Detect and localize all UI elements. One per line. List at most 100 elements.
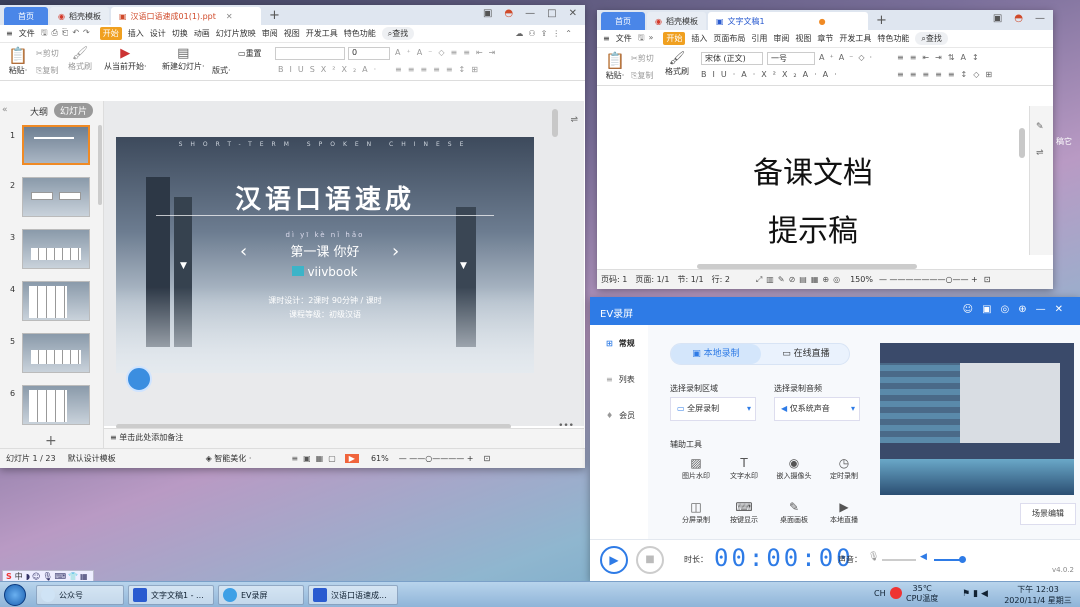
menu-page-layout[interactable]: 页面布局 [713, 33, 745, 44]
new-slide-button[interactable]: ▤ 新建幻灯片· [162, 46, 205, 72]
audio-select[interactable]: ◀ 仅系统声音 ▾ [774, 397, 860, 421]
vertical-scrollbar[interactable] [1019, 128, 1025, 158]
nav-general[interactable]: ⊞ 常规 [590, 325, 648, 361]
paragraph-icons-bottom[interactable]: ≡≡≡≡≡↕◇⊞ [897, 70, 998, 79]
paste-button[interactable]: 📋 粘贴· [605, 51, 625, 81]
taskbar-item-wechat[interactable]: 公众号 [36, 585, 124, 605]
speaker-volume-slider[interactable] [934, 559, 962, 561]
zoom-slider[interactable]: — ———————○—— + [879, 275, 978, 284]
tool-key-display[interactable]: ⌨ 按键显示 [724, 499, 764, 525]
format-painter-button[interactable]: 🖌 格式刷 [68, 46, 92, 72]
menu-review[interactable]: 审阅 [262, 28, 278, 39]
template-name[interactable]: 默认设计模板 [68, 453, 116, 464]
format-painter-button[interactable]: 🖌 格式刷 [665, 51, 689, 77]
tray-ime-icon[interactable]: CH [874, 589, 886, 598]
tray-sogou-icon[interactable] [890, 587, 902, 599]
beautify-button[interactable]: ◈ 智能美化 · [206, 453, 252, 464]
menu-view[interactable]: 视图 [795, 33, 811, 44]
paragraph-icons-top[interactable]: A⁺A⁻◇≡≡⇤⇥ [395, 48, 501, 57]
tab-slides[interactable]: 幻灯片 [54, 103, 94, 118]
zoom-slider[interactable]: — ——○———— + [399, 454, 474, 463]
menu-devtools[interactable]: 开发工具 [306, 28, 338, 39]
tab-live-stream[interactable]: ▭ 在线直播 [761, 344, 851, 364]
tab-home[interactable]: 首页 [4, 7, 48, 25]
tool-text-watermark[interactable]: T 文字水印 [724, 455, 764, 481]
copy-button[interactable]: ⎘复制 [631, 70, 653, 81]
collapse-panel-icon[interactable]: « [2, 105, 8, 115]
clock[interactable]: 下午 12:03 2020/11/4 星期三 [1000, 584, 1076, 606]
menu-start[interactable]: 开始 [99, 27, 122, 40]
close-tab-icon[interactable]: ✕ [226, 12, 233, 21]
quick-access-icons[interactable]: 🖫⎙⎗↶↷ [41, 27, 94, 41]
new-tab-button[interactable]: + [263, 8, 286, 23]
tool-local-live[interactable]: ▶ 本地直播 [824, 499, 864, 525]
tool-timer[interactable]: ◷ 定时录制 [824, 455, 864, 481]
avatar-icon[interactable]: ◓ [1014, 13, 1023, 24]
paste-button[interactable]: 📋 粘贴· [8, 46, 28, 76]
search-box[interactable]: ⌕查找 [381, 27, 415, 40]
speaker-volume-knob[interactable] [959, 556, 966, 563]
pen-icon[interactable]: ✎ [1036, 122, 1044, 132]
tab-word-document[interactable]: ▣ 文字文稿1 ● [707, 12, 868, 30]
settings-icon[interactable]: ⇌ [1036, 148, 1044, 158]
play-from-current-button[interactable]: ▶ 从当前开始· [104, 46, 147, 72]
menu-special[interactable]: 特色功能 [344, 28, 376, 39]
speaker-volume-icon[interactable]: ◀ [920, 552, 927, 562]
slide-thumbnail[interactable] [22, 177, 90, 217]
window-layout-icon[interactable]: ▣ [993, 13, 1002, 24]
menu-review[interactable]: 审阅 [773, 33, 789, 44]
fit-icon[interactable]: ⊡ [484, 454, 491, 463]
maximize-icon[interactable]: □ [547, 8, 556, 19]
menu-start[interactable]: 开始 [663, 32, 686, 45]
reset-button[interactable]: ▭重置 [238, 48, 262, 59]
minimize-icon[interactable]: — [1035, 13, 1045, 24]
slide-thumbnail[interactable] [22, 333, 90, 373]
menu-insert[interactable]: 插入 [691, 33, 707, 44]
zoom-level[interactable]: 61% [371, 454, 389, 463]
current-slide[interactable]: SHORT-TERM SPOKEN CHINESE 汉语口语速成 dì yī k… [116, 137, 534, 373]
menu-file[interactable]: 文件 [19, 28, 35, 39]
taskbar-item-ppt[interactable]: 汉语口语速成... [308, 585, 398, 605]
cut-button[interactable]: ✂剪切 [631, 53, 654, 64]
layout-button[interactable]: 版式· [212, 65, 231, 76]
search-box[interactable]: ⌕查找 [915, 32, 948, 45]
slide-tools-icon[interactable]: ⇌ [570, 115, 578, 125]
tab-template[interactable]: ◉ 稻壳模板 [50, 7, 109, 25]
paragraph-icons-top[interactable]: ≡≡⇤⇥⇅A↕ [897, 53, 985, 62]
menu-slideshow[interactable]: 幻灯片放映 [216, 28, 256, 39]
cut-button[interactable]: ✂剪切 [36, 48, 59, 59]
cloud-share-icons[interactable]: ☁⚇⇪⋮⌃ [515, 29, 577, 38]
tab-local-record[interactable]: ▣ 本地录制 [671, 344, 761, 364]
tab-ppt-document[interactable]: ▣ 汉语口语速成01(1).ppt ✕ [110, 7, 261, 25]
close-icon[interactable]: ✕ [569, 8, 577, 19]
play-icon[interactable]: ▶ [344, 454, 359, 463]
font-size-select[interactable]: 一号 [767, 52, 815, 65]
document-page[interactable]: 备课文档 提示稿 [597, 106, 1029, 255]
minimize-icon[interactable]: — [525, 8, 535, 19]
menu-animation[interactable]: 动画 [194, 28, 210, 39]
menu-insert[interactable]: 插入 [128, 28, 144, 39]
tab-outline[interactable]: 大纲 [30, 105, 48, 118]
nav-list[interactable]: ≡ 列表 [590, 361, 648, 397]
stop-record-button[interactable]: ■ [636, 546, 664, 574]
font-size-select[interactable]: 0 [348, 47, 390, 60]
zoom-level[interactable]: 150% [850, 275, 873, 284]
avatar-icon[interactable]: ◓ [504, 8, 513, 19]
tray-icons[interactable]: ⚑▮◀ [962, 589, 991, 599]
new-tab-button[interactable]: + [870, 13, 893, 28]
ev-title-controls[interactable]: ☺▣◎⊕—✕ [963, 304, 1072, 315]
font-name-select[interactable] [275, 47, 345, 60]
start-record-button[interactable]: ▶ [600, 546, 628, 574]
view-icons[interactable]: ≡▣▦▢ [291, 454, 340, 463]
tool-split-screen[interactable]: ◫ 分屏录制 [676, 499, 716, 525]
menu-section[interactable]: 章节 [817, 33, 833, 44]
mic-volume-slider[interactable] [882, 559, 916, 561]
hamburger-icon[interactable]: ≡ [6, 29, 13, 38]
font-format-icons[interactable]: BIU·A·X²X₂A·A· [701, 70, 843, 79]
vertical-scrollbar[interactable] [552, 109, 558, 137]
menu-file[interactable]: 文件 [616, 33, 632, 44]
mic-icon[interactable]: 🎙 [868, 552, 879, 562]
notes-pane[interactable]: ≡ 单击此处添加备注 [104, 428, 584, 448]
menu-design[interactable]: 设计 [150, 28, 166, 39]
add-slide-icon[interactable]: + [45, 433, 57, 449]
